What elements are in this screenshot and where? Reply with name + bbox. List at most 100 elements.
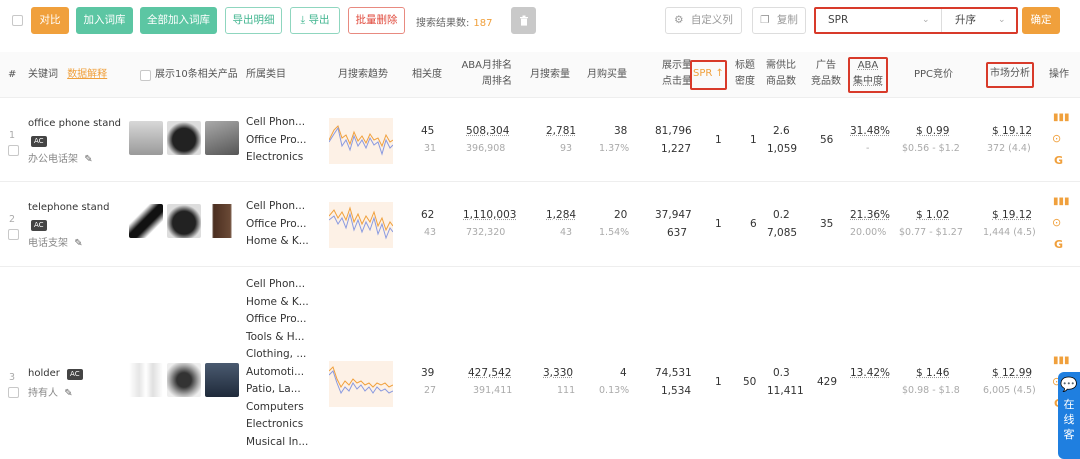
edit-icon[interactable]: ✎ (84, 154, 92, 165)
chat-label: 在线客 (1063, 398, 1075, 441)
col-category: 所属类目 (246, 69, 286, 80)
category-item: Automoti... (246, 365, 305, 378)
product-thumbnail[interactable] (167, 204, 201, 238)
table-row[interactable]: 1 office phone stand AC 办公电话架 ✎ Cell Pho… (0, 98, 1080, 182)
aba-concentration-sub: 20.00% (850, 227, 887, 238)
col-trend: 月搜索趋势 (338, 69, 388, 80)
product-count: 11,411 (767, 385, 804, 397)
custom-columns-label: 自定义列 (690, 14, 733, 26)
more-icon[interactable]: ⊙ (1052, 216, 1061, 229)
bar-chart-icon[interactable]: ▮▮▮ (1053, 355, 1070, 366)
market-reviews: 1,444 (4.5) (983, 227, 1036, 238)
copy-button[interactable]: ❐ 复制 (752, 7, 806, 34)
impressions: 74,531 (655, 367, 692, 379)
product-thumbnail[interactable] (205, 121, 239, 155)
bar-chart-icon[interactable]: ▮▮▮ (1053, 196, 1070, 207)
col-impressions: 展示量 点击量 (656, 58, 692, 90)
aba-week-rank: 396,908 (466, 143, 506, 154)
row-index: 3 (9, 372, 16, 383)
table-row[interactable]: 2 telephone stand AC 电话支架 ✎ Cell Phon...… (0, 182, 1080, 267)
copy-label: 复制 (776, 14, 798, 26)
sort-select-group: SPR ⌄ 升序 ⌄ (814, 7, 1018, 34)
col-show-products: 展示10条相关产品 (155, 69, 238, 80)
keyword-link[interactable]: office phone stand (28, 118, 121, 129)
product-thumbnail[interactable] (205, 204, 239, 238)
aba-concentration: 13.42% (850, 367, 891, 379)
export-button[interactable]: ⤓ 导出 (290, 7, 340, 34)
monthly-purchase: 20 (614, 209, 628, 221)
col-keyword: 关键词 数据解释 (28, 67, 107, 83)
export-detail-button[interactable]: 导出明细 (225, 7, 282, 34)
google-icon[interactable]: G (1054, 238, 1063, 251)
ppc-bid: $ 1.46 (916, 367, 950, 379)
col-aba-rank: ABA月排名 周排名 (456, 58, 512, 90)
aba-week-rank: 732,320 (466, 227, 506, 238)
keyword-translation: 持有人 ✎ (28, 384, 73, 399)
col-ppc: PPC竞价 (914, 69, 954, 80)
product-thumbnail[interactable] (129, 204, 163, 238)
keyword-translation-text: 持有人 (28, 388, 58, 399)
row-checkbox[interactable] (8, 145, 19, 156)
batch-delete-button[interactable]: 批量删除 (348, 7, 405, 34)
keyword-link[interactable]: holder AC (28, 368, 83, 380)
online-service-widget[interactable]: 💬 在线客 (1058, 372, 1080, 459)
category-list: Cell Phon... Office Pro... Electronics (246, 114, 306, 167)
col-ads-line1: 广告 (816, 60, 836, 71)
supply-ratio: 0.2 (773, 209, 790, 221)
product-thumbnail[interactable] (167, 363, 201, 397)
custom-columns-button[interactable]: ⚙ 自定义列 (665, 7, 742, 34)
market-reviews: 372 (4.4) (987, 143, 1031, 154)
edit-icon[interactable]: ✎ (74, 238, 82, 249)
compare-button[interactable]: 对比 (31, 7, 69, 34)
edit-icon[interactable]: ✎ (64, 388, 72, 399)
show-products-checkbox[interactable] (140, 70, 151, 81)
product-thumbnail[interactable] (129, 121, 163, 155)
ad-competitors: 35 (820, 218, 834, 230)
confirm-button[interactable]: 确定 (1022, 7, 1060, 34)
col-market-analysis: 市场分析 (990, 68, 1030, 79)
keyword-translation: 办公电话架 ✎ (28, 150, 93, 165)
col-spr[interactable]: SPR ↑ (693, 66, 724, 82)
product-count: 7,085 (767, 227, 798, 239)
search-trend-chart[interactable] (328, 361, 394, 407)
data-explain-link[interactable]: 数据解释 (67, 69, 107, 80)
ppc-bid: $ 1.02 (916, 209, 950, 221)
col-spr-label: SPR (693, 68, 713, 79)
table-row[interactable]: 3 holder AC 持有人 ✎ Cell Phon... Home & K.… (0, 267, 1080, 459)
aba-month-rank: 427,542 (468, 367, 512, 379)
monthly-search: 1,284 (546, 209, 577, 221)
row-checkbox[interactable] (8, 387, 19, 398)
supply-ratio: 0.3 (773, 367, 790, 379)
category-item: Musical In... (246, 435, 309, 448)
spr-value: 1 (715, 134, 722, 146)
search-trend-chart[interactable] (328, 202, 394, 248)
col-relevance: 相关度 (412, 69, 442, 80)
col-monthly-search: 月搜索量 (530, 69, 570, 80)
result-count: 187 (473, 18, 493, 29)
row-checkbox[interactable] (8, 229, 19, 240)
purchase-rate: 1.54% (599, 227, 630, 238)
more-icon[interactable]: ⊙ (1052, 132, 1061, 145)
ppc-range: $0.77 - $1.27 (899, 227, 963, 238)
product-thumbnail[interactable] (205, 363, 239, 397)
search-trend-chart[interactable] (328, 118, 394, 164)
product-thumbnail[interactable] (129, 363, 163, 397)
category-item: Clothing, ... (246, 348, 307, 360)
monthly-purchase: 4 (620, 367, 627, 379)
aba-concentration: 21.36% (850, 209, 891, 221)
google-icon[interactable]: G (1054, 154, 1063, 167)
product-thumbnail[interactable] (167, 121, 201, 155)
trash-button[interactable] (511, 7, 536, 34)
keyword-translation-text: 办公电话架 (28, 154, 78, 165)
aba-month-rank: 1,110,003 (463, 209, 517, 221)
relevance-sub: 43 (424, 227, 437, 238)
select-all-checkbox[interactable] (12, 15, 23, 26)
add-all-lexicon-button[interactable]: 全部加入词库 (140, 7, 217, 34)
product-count: 1,059 (767, 143, 798, 155)
category-item: Tools & H... (246, 330, 305, 343)
bar-chart-icon[interactable]: ▮▮▮ (1053, 112, 1070, 123)
add-lexicon-button[interactable]: 加入词库 (76, 7, 133, 34)
market-price: $ 12.99 (992, 367, 1033, 379)
keyword-link[interactable]: telephone stand (28, 202, 109, 213)
ac-badge-label: AC (31, 136, 47, 147)
